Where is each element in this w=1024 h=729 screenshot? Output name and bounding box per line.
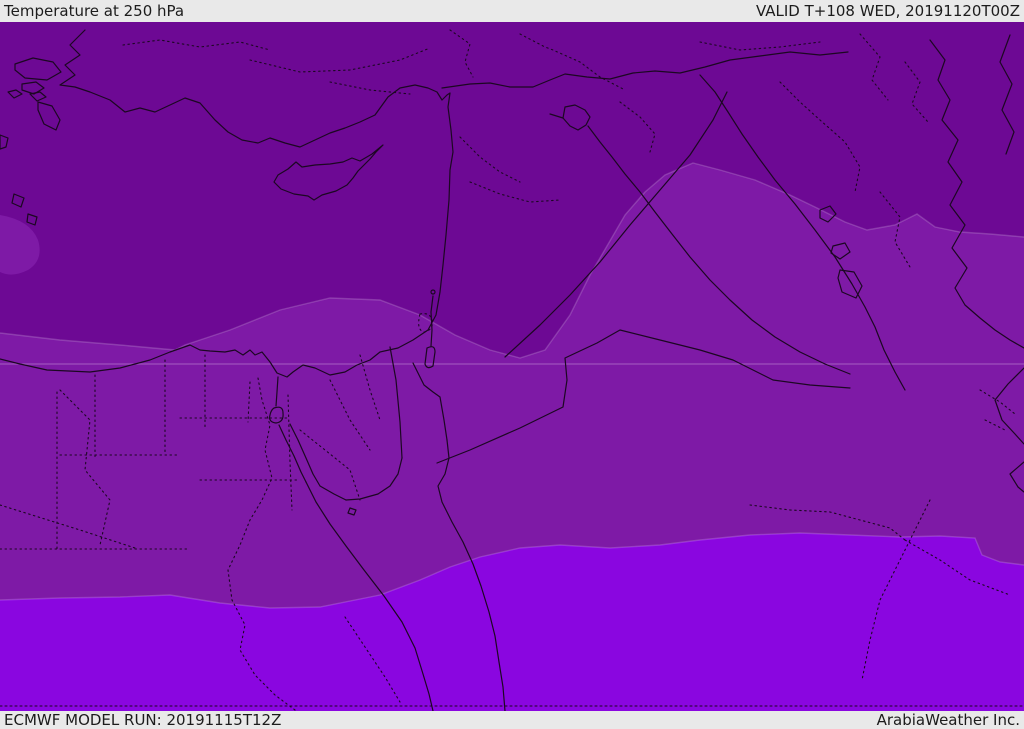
header-bar: Temperature at 250 hPa VALID T+108 WED, …: [0, 0, 1024, 22]
model-run-label: ECMWF MODEL RUN: 20191115T12Z: [4, 710, 282, 729]
credit-label: ArabiaWeather Inc.: [876, 710, 1020, 729]
footer-bar: ECMWF MODEL RUN: 20191115T12Z ArabiaWeat…: [0, 711, 1024, 729]
map-title: Temperature at 250 hPa: [4, 1, 185, 20]
weather-map: [0, 22, 1024, 711]
map-svg: [0, 22, 1024, 711]
valid-time-label: VALID T+108 WED, 20191120T00Z: [755, 1, 1020, 20]
